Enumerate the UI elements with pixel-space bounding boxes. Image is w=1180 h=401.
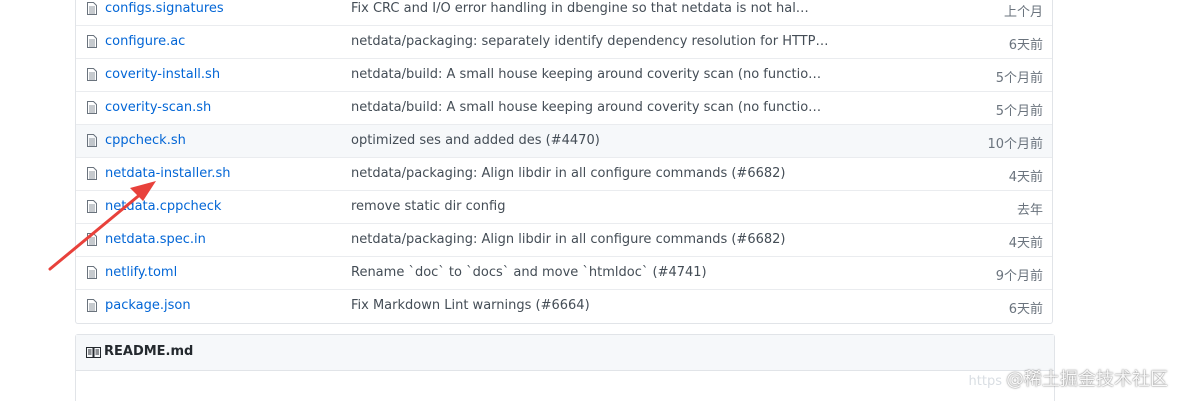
- file-name-link[interactable]: coverity-install.sh: [105, 67, 220, 82]
- file-name-link[interactable]: netdata.cppcheck: [105, 199, 221, 214]
- file-icon: [87, 68, 97, 81]
- repo-file-browser: configs.signatures Fix CRC and I/O error…: [0, 0, 1180, 401]
- commit-message-link[interactable]: netdata/packaging: separately identify d…: [351, 34, 831, 49]
- commit-message-link[interactable]: netdata/build: A small house keeping aro…: [351, 100, 831, 115]
- file-icon: [87, 2, 97, 15]
- commit-age: 10个月前: [987, 137, 1043, 152]
- watermark-url: https: [968, 374, 1002, 389]
- commit-age: 4天前: [1008, 236, 1043, 251]
- commit-message-link[interactable]: netdata/packaging: Align libdir in all c…: [351, 166, 831, 181]
- commit-message-link[interactable]: netdata/build: A small house keeping aro…: [351, 67, 831, 82]
- file-row[interactable]: package.json Fix Markdown Lint warnings …: [76, 290, 1052, 323]
- commit-age: 上个月: [1003, 5, 1043, 20]
- commit-age: 6天前: [1008, 38, 1043, 53]
- readme-header: README.md: [76, 335, 1054, 371]
- watermark: https @稀土掘金技术社区: [969, 365, 1168, 391]
- file-icon: [87, 200, 97, 213]
- commit-message-link[interactable]: optimized ses and added des (#4470): [351, 133, 831, 148]
- file-icon: [87, 35, 97, 48]
- file-name-link[interactable]: configs.signatures: [105, 1, 224, 16]
- commit-age: 9个月前: [995, 269, 1043, 284]
- commit-message-link[interactable]: remove static dir config: [351, 199, 831, 214]
- file-name-link[interactable]: package.json: [105, 298, 191, 313]
- file-icon: [87, 101, 97, 114]
- file-row[interactable]: cppcheck.sh optimized ses and added des …: [76, 125, 1052, 158]
- watermark-text: @稀土掘金技术社区: [1006, 369, 1168, 390]
- file-name-link[interactable]: netdata-installer.sh: [105, 166, 231, 181]
- file-name-link[interactable]: netdata.spec.in: [105, 232, 206, 247]
- file-row[interactable]: configure.ac netdata/packaging: separate…: [76, 26, 1052, 59]
- commit-message-link[interactable]: Fix Markdown Lint warnings (#6664): [351, 298, 831, 313]
- file-row[interactable]: configs.signatures Fix CRC and I/O error…: [76, 0, 1052, 26]
- file-name-link[interactable]: cppcheck.sh: [105, 133, 186, 148]
- commit-message-link[interactable]: netdata/packaging: Align libdir in all c…: [351, 232, 831, 247]
- file-icon: [87, 134, 97, 147]
- commit-age: 6天前: [1008, 302, 1043, 317]
- file-row[interactable]: netdata.spec.in netdata/packaging: Align…: [76, 224, 1052, 257]
- file-row[interactable]: netdata-installer.sh netdata/packaging: …: [76, 158, 1052, 191]
- file-row[interactable]: coverity-install.sh netdata/build: A sma…: [76, 59, 1052, 92]
- file-icon: [87, 233, 97, 246]
- file-name-link[interactable]: netlify.toml: [105, 265, 177, 280]
- file-list: configs.signatures Fix CRC and I/O error…: [75, 0, 1053, 324]
- file-name-link[interactable]: coverity-scan.sh: [105, 100, 211, 115]
- commit-age: 5个月前: [995, 104, 1043, 119]
- book-icon: [86, 347, 101, 358]
- readme-panel: README.md: [75, 334, 1055, 401]
- file-icon: [87, 299, 97, 312]
- commit-age: 5个月前: [995, 71, 1043, 86]
- file-row[interactable]: netlify.toml Rename `doc` to `docs` and …: [76, 257, 1052, 290]
- commit-message-link[interactable]: Fix CRC and I/O error handling in dbengi…: [351, 1, 831, 16]
- file-icon: [87, 167, 97, 180]
- commit-age: 4天前: [1008, 170, 1043, 185]
- file-icon: [87, 266, 97, 279]
- file-row[interactable]: coverity-scan.sh netdata/build: A small …: [76, 92, 1052, 125]
- file-row[interactable]: netdata.cppcheck remove static dir confi…: [76, 191, 1052, 224]
- file-name-link[interactable]: configure.ac: [105, 34, 185, 49]
- readme-title[interactable]: README.md: [104, 344, 193, 359]
- commit-message-link[interactable]: Rename `doc` to `docs` and move `htmldoc…: [351, 265, 831, 280]
- commit-age: 去年: [1016, 203, 1043, 218]
